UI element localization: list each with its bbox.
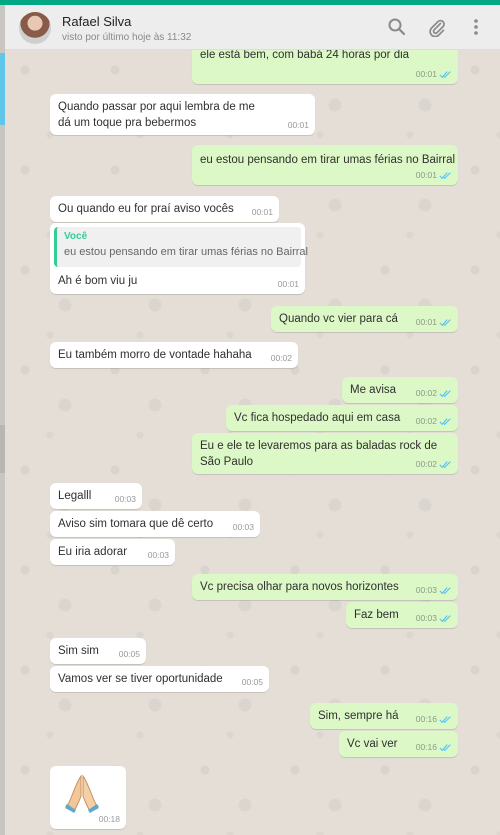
read-check-icon (439, 318, 452, 327)
message-meta: 00:16 (416, 711, 452, 727)
message-bubble-outgoing[interactable]: Vc vai ver 00:16 (339, 731, 458, 757)
read-check-icon (439, 614, 452, 623)
message-meta: 00:05 (242, 674, 263, 690)
message-bubble-incoming-reply[interactable]: Você eu estou pensando em tirar umas fér… (50, 223, 308, 294)
search-icon[interactable] (387, 17, 407, 37)
contact-avatar[interactable] (19, 12, 51, 44)
message-text: Vc precisa olhar para novos horizontes (200, 581, 399, 593)
message-bubble-incoming-emoji[interactable]: 00:18 (50, 766, 126, 829)
message-text: Eu e ele te levaremos para as baladas ro… (200, 440, 438, 468)
read-check-icon (439, 586, 452, 595)
read-check-icon (439, 171, 452, 180)
message-bubble-incoming[interactable]: Vamos ver se tiver oportunidade 00:05 (50, 666, 269, 692)
message-meta: 00:02 (416, 413, 452, 429)
message-meta: 00:03 (233, 519, 254, 535)
message-meta: 00:02 (416, 456, 452, 472)
menu-dots-icon[interactable] (466, 17, 486, 37)
message-bubble-incoming[interactable]: Eu iria adorar 00:03 (50, 539, 175, 565)
contact-last-seen: visto por último hoje às 11:32 (62, 32, 192, 43)
message-bubble-outgoing[interactable]: Quando vc vier para cá 00:01 (271, 306, 458, 332)
read-check-icon (439, 70, 452, 79)
message-time: 00:16 (415, 742, 437, 752)
read-check-icon (439, 743, 452, 752)
chat-header: Rafael Silva visto por último hoje às 11… (5, 5, 500, 50)
message-meta: 00:16 (416, 739, 452, 755)
message-time: 00:03 (232, 522, 254, 532)
message-time: 00:01 (415, 69, 437, 79)
message-bubble-outgoing[interactable]: Eu e ele te levaremos para as baladas ro… (192, 433, 458, 474)
message-bubble-outgoing[interactable]: Me avisa 00:02 (342, 377, 458, 403)
message-meta: 00:02 (416, 385, 452, 401)
message-text: Quando passar por aqui lembra de me dá u… (58, 101, 255, 129)
message-meta: 00:02 (271, 350, 292, 366)
message-meta: 00:01 (416, 66, 452, 82)
message-meta: 00:03 (416, 610, 452, 626)
paperclip-icon[interactable] (427, 17, 447, 38)
message-meta: 00:01 (288, 117, 309, 133)
message-meta: 00:05 (119, 646, 140, 662)
message-meta: 00:03 (148, 547, 169, 563)
message-time: 00:16 (415, 714, 437, 724)
message-time: 00:05 (241, 677, 263, 687)
quoted-message[interactable]: Você eu estou pensando em tirar umas fér… (54, 227, 308, 267)
quoted-author: Você (64, 231, 88, 242)
message-time: 00:02 (415, 388, 437, 398)
message-bubble-outgoing[interactable]: ele está bem, com babá 24 horas por dia … (192, 50, 458, 84)
read-check-icon (439, 715, 452, 724)
quoted-text: eu estou pensando em tirar umas férias n… (64, 246, 308, 258)
message-bubble-outgoing[interactable]: Faz bem 00:03 (346, 602, 458, 628)
message-time: 00:03 (415, 585, 437, 595)
message-bubble-outgoing[interactable]: Sim, sempre há 00:16 (310, 703, 458, 729)
read-check-icon (439, 460, 452, 469)
message-meta: 00:01 (416, 167, 452, 183)
message-time: 00:01 (251, 207, 273, 217)
message-time: 00:02 (415, 459, 437, 469)
message-time: 00:01 (415, 317, 437, 327)
message-text: Ah é bom viu ju (58, 275, 138, 287)
message-time: 00:01 (287, 120, 309, 130)
read-check-icon (439, 417, 452, 426)
message-meta: 00:01 (416, 314, 452, 330)
message-text: Ou quando eu for praí aviso vocês (58, 203, 234, 215)
message-time: 00:18 (98, 814, 120, 824)
read-check-icon (439, 389, 452, 398)
message-bubble-outgoing[interactable]: Vc precisa olhar para novos horizontes 0… (192, 574, 458, 600)
message-text: eu estou pensando em tirar umas férias n… (200, 154, 456, 166)
message-meta: 00:03 (115, 491, 136, 507)
message-time: 00:02 (270, 353, 292, 363)
message-meta: 00:01 (252, 204, 273, 220)
message-bubble-outgoing[interactable]: eu estou pensando em tirar umas férias n… (192, 145, 458, 185)
message-time: 00:03 (114, 494, 136, 504)
message-text: Vamos ver se tiver oportunidade (58, 673, 223, 685)
message-meta: 00:18 (99, 811, 120, 827)
message-time: 00:03 (147, 550, 169, 560)
message-bubble-incoming[interactable]: Eu também morro de vontade hahaha 00:02 (50, 342, 298, 368)
message-text: Aviso sim tomara que dê certo (58, 518, 214, 530)
message-text: Eu também morro de vontade hahaha (58, 349, 252, 361)
message-time: 00:01 (415, 170, 437, 180)
message-bubble-incoming[interactable]: Sim sim 00:05 (50, 638, 146, 664)
message-bubble-incoming[interactable]: Aviso sim tomara que dê certo 00:03 (50, 511, 260, 537)
contact-name[interactable]: Rafael Silva (62, 14, 131, 29)
message-meta: 00:03 (416, 582, 452, 598)
message-time: 00:05 (118, 649, 140, 659)
message-bubble-outgoing[interactable]: Vc fica hospedado aqui em casa 00:02 (226, 405, 458, 431)
folded-hands-icon (64, 772, 100, 814)
message-bubble-incoming[interactable]: Legalll 00:03 (50, 483, 142, 509)
message-meta: 00:01 (278, 276, 299, 292)
message-time: 00:02 (415, 416, 437, 426)
message-bubble-incoming[interactable]: Quando passar por aqui lembra de me dá u… (50, 94, 315, 135)
message-list[interactable]: ele está bem, com babá 24 horas por dia … (5, 50, 500, 835)
message-bubble-incoming[interactable]: Ou quando eu for praí aviso vocês 00:01 (50, 196, 279, 222)
message-time: 00:03 (415, 613, 437, 623)
message-time: 00:01 (277, 279, 299, 289)
message-text: ele está bem, com babá 24 horas por dia (200, 50, 410, 61)
